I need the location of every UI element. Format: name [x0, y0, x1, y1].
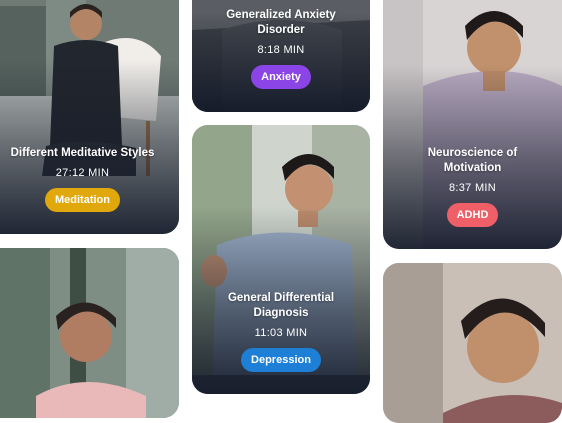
video-duration: 11:03 MIN: [254, 327, 308, 339]
video-title: Different Meditative Styles: [10, 147, 155, 159]
tag-badge-meditation[interactable]: Meditation: [45, 188, 120, 212]
video-card-bottom-right[interactable]: [383, 263, 562, 423]
card-info: Different Meditative Styles 27:12 MIN Me…: [0, 146, 179, 212]
video-title: Neuroscience of Motivation: [427, 147, 518, 174]
video-duration: 8:37 MIN: [448, 182, 497, 194]
tag-badge-adhd[interactable]: ADHD: [446, 203, 499, 227]
video-card-general-differential[interactable]: General Differential Diagnosis 11:03 MIN…: [192, 125, 370, 394]
video-title: General Differential Diagnosis: [227, 292, 335, 319]
card-info: Generalized Anxiety Disorder 8:18 MIN An…: [192, 8, 370, 89]
video-thumbnail: [383, 263, 562, 423]
tag-badge-anxiety[interactable]: Anxiety: [251, 65, 311, 89]
tag-badge-depression[interactable]: Depression: [241, 348, 321, 372]
video-card-meditative-styles[interactable]: Different Meditative Styles 27:12 MIN Me…: [0, 0, 179, 234]
card-info: General Differential Diagnosis 11:03 MIN…: [192, 291, 370, 372]
video-card-neuroscience-motivation[interactable]: Neuroscience of Motivation 8:37 MIN ADHD: [383, 0, 562, 249]
video-duration: 8:18 MIN: [257, 44, 305, 56]
video-thumbnail: [0, 248, 179, 418]
video-card-generalized-anxiety[interactable]: Generalized Anxiety Disorder 8:18 MIN An…: [192, 0, 370, 112]
card-info: Neuroscience of Motivation 8:37 MIN ADHD: [383, 146, 562, 227]
video-title: Generalized Anxiety Disorder: [226, 9, 336, 36]
video-duration: 27:12 MIN: [55, 167, 110, 179]
video-card-bottom-left[interactable]: [0, 248, 179, 418]
